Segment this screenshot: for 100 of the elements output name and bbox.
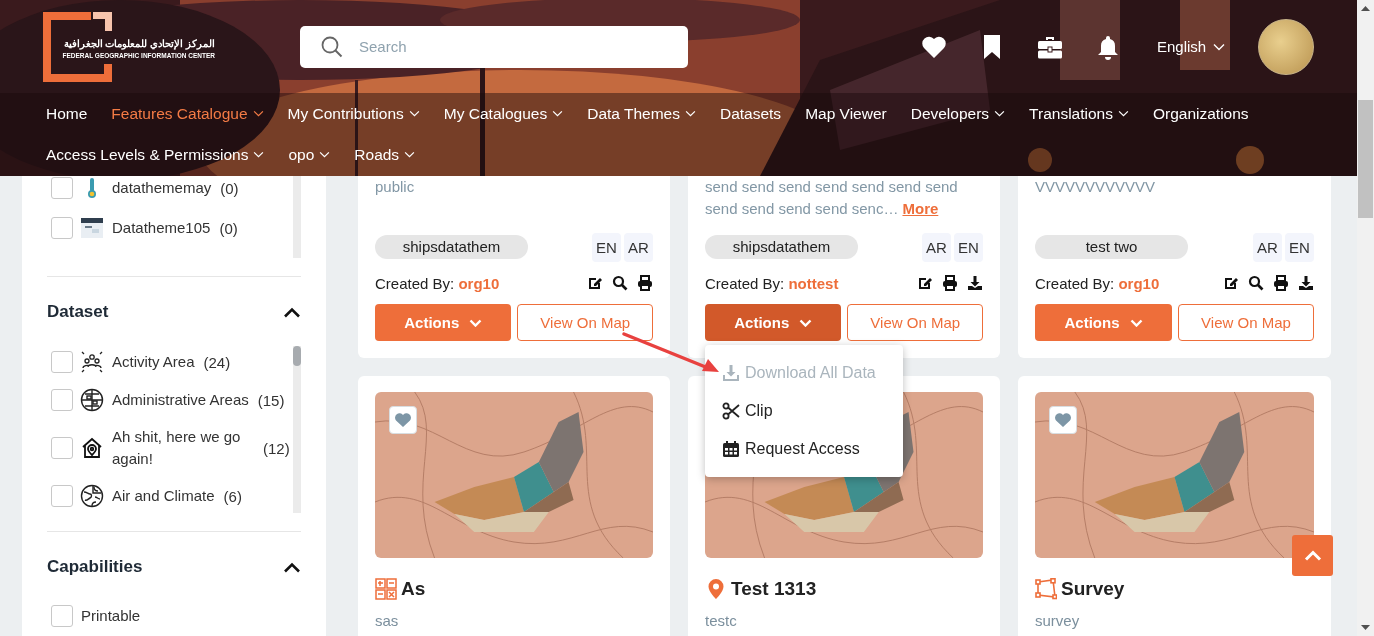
grid-icon bbox=[375, 578, 397, 600]
chevron-down-icon bbox=[1213, 42, 1226, 51]
print-icon[interactable] bbox=[942, 275, 958, 291]
edit-icon[interactable] bbox=[1223, 275, 1239, 291]
created-by-text: Created By: org10 bbox=[375, 274, 500, 292]
section-title: Capabilities bbox=[47, 557, 143, 577]
theme-tag: shipsdatathem bbox=[705, 235, 858, 259]
favorite-button[interactable] bbox=[389, 406, 417, 434]
created-by-text: Created By: org10 bbox=[1035, 274, 1160, 292]
chevron-up-icon[interactable] bbox=[283, 561, 301, 573]
search-field[interactable]: Search bbox=[300, 25, 688, 68]
scissors-icon bbox=[722, 402, 740, 420]
language-selector[interactable]: English bbox=[1157, 38, 1226, 55]
filter-count: (0) bbox=[219, 219, 238, 237]
chevron-up-icon bbox=[1303, 550, 1322, 561]
edit-icon[interactable] bbox=[917, 275, 933, 291]
card-subtitle: survey bbox=[1035, 612, 1081, 629]
nav-item[interactable]: opo bbox=[288, 145, 331, 164]
filter-label: Air and Climate bbox=[112, 486, 215, 506]
card-title[interactable]: As bbox=[401, 578, 426, 600]
thumbnail-icon bbox=[80, 216, 104, 240]
checkbox[interactable] bbox=[51, 177, 73, 199]
nav-item[interactable]: Translations bbox=[1029, 104, 1129, 123]
nav-item[interactable]: Datasets bbox=[719, 104, 782, 123]
edit-icon[interactable] bbox=[587, 275, 603, 291]
logo-arabic-text: المركز الإتحادي للمعلومات الجغرافية bbox=[63, 38, 215, 49]
nav-item[interactable]: Map Viewer bbox=[805, 104, 887, 123]
heart-icon bbox=[394, 412, 412, 428]
language-badge[interactable]: AR bbox=[1253, 232, 1282, 262]
print-icon[interactable] bbox=[1273, 275, 1289, 291]
checkbox[interactable] bbox=[51, 351, 73, 373]
download-icon bbox=[722, 364, 740, 382]
filter-count: (24) bbox=[203, 353, 231, 371]
section-title: Dataset bbox=[47, 302, 109, 322]
scroll-to-top-button[interactable] bbox=[1292, 535, 1333, 576]
card-description: public bbox=[375, 177, 416, 197]
download-icon[interactable] bbox=[967, 275, 983, 291]
language-badge[interactable]: AR bbox=[922, 232, 951, 262]
language-badge[interactable]: EN bbox=[954, 232, 983, 262]
language-badge[interactable]: EN bbox=[592, 232, 621, 262]
nav-item[interactable]: Home bbox=[46, 104, 88, 123]
checkbox[interactable] bbox=[51, 485, 73, 507]
checkbox[interactable] bbox=[51, 217, 73, 239]
filter-label: Administrative Areas bbox=[112, 390, 249, 410]
nav-item[interactable]: My Catalogues bbox=[443, 104, 564, 123]
filter-count: (0) bbox=[220, 179, 239, 197]
search-icon[interactable] bbox=[1248, 275, 1264, 291]
language-badge[interactable]: AR bbox=[624, 232, 653, 262]
scrollbar-thumb[interactable] bbox=[1358, 100, 1373, 218]
filter-count: (6) bbox=[223, 487, 242, 505]
scroll-down-arrow-icon[interactable] bbox=[1361, 625, 1370, 630]
search-input[interactable]: Search bbox=[357, 37, 661, 56]
card-subtitle: testc bbox=[705, 612, 738, 629]
search-icon bbox=[320, 34, 344, 59]
card-description: send send send send send send send send send send send senc… More bbox=[705, 177, 959, 219]
menu-item[interactable]: Clip bbox=[705, 392, 903, 430]
filter-label: Ah shit, here we go again! bbox=[112, 427, 242, 469]
nav-item[interactable]: Access Levels & Permissions bbox=[46, 145, 265, 164]
download-icon[interactable] bbox=[1298, 275, 1314, 291]
nav-item[interactable]: Roads bbox=[354, 145, 416, 164]
globe-icon bbox=[80, 484, 104, 508]
card-subtitle: sas bbox=[375, 612, 400, 629]
card-title[interactable]: Survey bbox=[1061, 578, 1125, 600]
scrollbar[interactable] bbox=[293, 346, 301, 513]
chevron-down-icon bbox=[469, 318, 483, 327]
language-badge[interactable]: EN bbox=[1285, 232, 1314, 262]
filter-label: Printable bbox=[81, 606, 141, 626]
menu-item[interactable]: Request Access bbox=[705, 430, 903, 468]
created-by-text: Created By: nottest bbox=[705, 274, 839, 292]
search-icon[interactable] bbox=[612, 275, 628, 291]
scrollbar[interactable] bbox=[1357, 0, 1374, 636]
nav-item[interactable]: Organizations bbox=[1152, 104, 1249, 123]
filter-label: Activity Area bbox=[112, 352, 195, 372]
globe-icon bbox=[80, 388, 104, 412]
filter-label: Datatheme105 bbox=[112, 218, 211, 238]
print-icon[interactable] bbox=[637, 275, 653, 291]
scrollbar[interactable] bbox=[293, 176, 301, 258]
nav-item[interactable]: Data Themes bbox=[587, 104, 696, 123]
chevron-up-icon[interactable] bbox=[283, 306, 301, 318]
card-title[interactable]: Test 1313 bbox=[731, 578, 817, 600]
heart-icon bbox=[1054, 412, 1072, 428]
house-pin-icon bbox=[80, 436, 104, 460]
actions-button[interactable]: Actions bbox=[705, 304, 842, 341]
filter-count: (12) bbox=[263, 439, 290, 457]
nav-item[interactable]: Developers bbox=[910, 104, 1006, 123]
checkbox[interactable] bbox=[51, 605, 73, 627]
theme-tag: shipsdatathem bbox=[375, 235, 528, 259]
theme-tag: test two bbox=[1035, 235, 1188, 259]
nav-item[interactable]: Features Catalogue bbox=[111, 104, 264, 123]
chevron-down-icon bbox=[799, 318, 813, 327]
chevron-down-icon bbox=[1129, 318, 1143, 327]
people-icon bbox=[80, 350, 104, 374]
filter-label: datathememay bbox=[112, 178, 212, 198]
checkbox[interactable] bbox=[51, 389, 73, 411]
scroll-up-arrow-icon[interactable] bbox=[1361, 6, 1370, 11]
favorite-button[interactable] bbox=[1049, 406, 1077, 434]
nav-item[interactable]: My Contributions bbox=[287, 104, 420, 123]
polygon-icon bbox=[1035, 578, 1057, 600]
checkbox[interactable] bbox=[51, 437, 73, 459]
card-description: VVVVVVVVVVVV bbox=[1035, 177, 1157, 197]
